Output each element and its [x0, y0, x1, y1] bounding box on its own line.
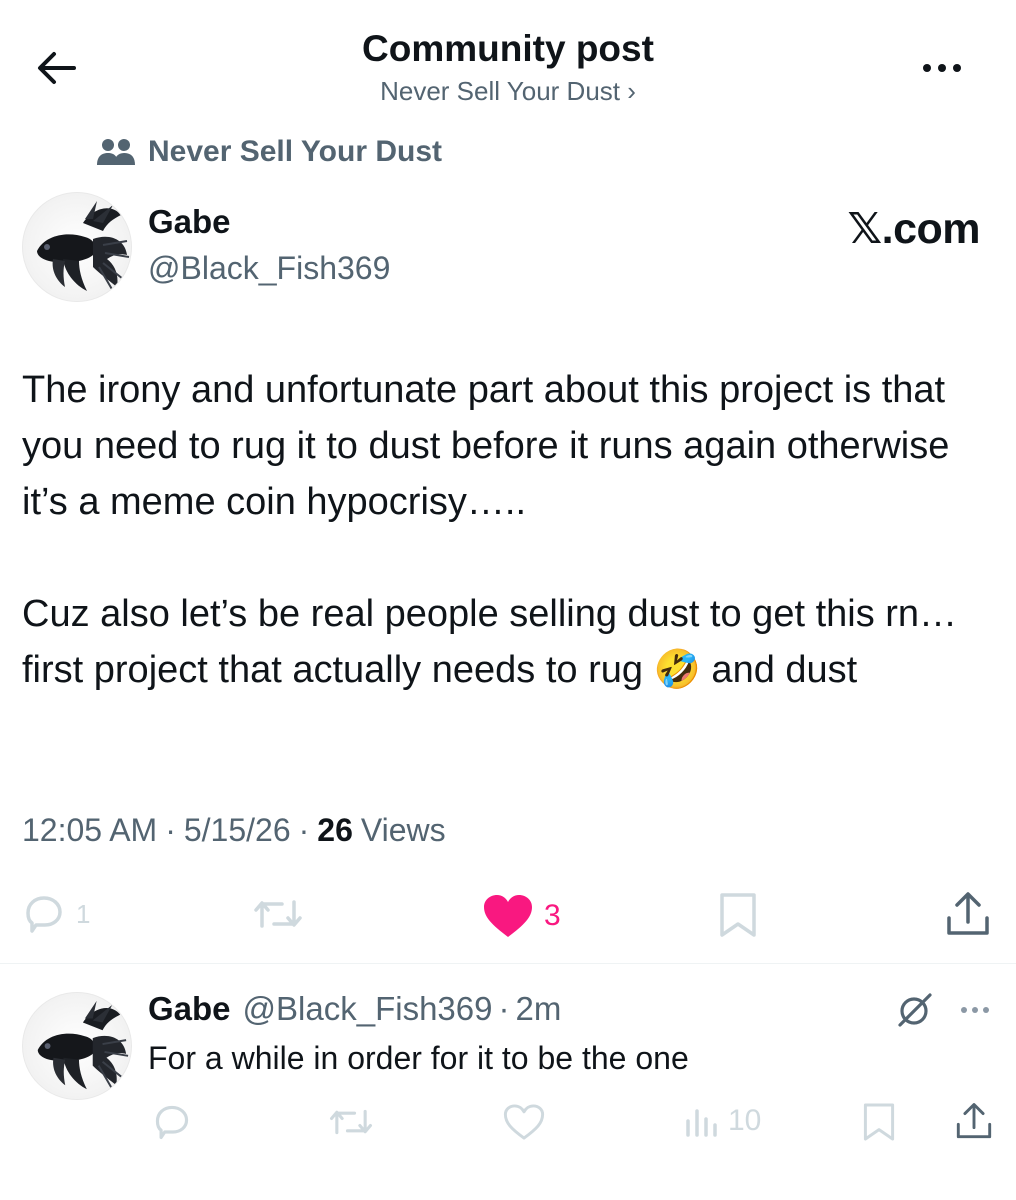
separator-dot: · [298, 812, 310, 848]
betta-fish-avatar-icon [37, 201, 130, 292]
post-text: The irony and unfortunate part about thi… [22, 362, 997, 698]
reply-reply-button[interactable] [152, 1102, 192, 1142]
dot [972, 1007, 978, 1013]
post-paragraph-2: Cuz also let’s be real people selling du… [22, 586, 997, 698]
author-name[interactable]: Gabe [148, 203, 231, 241]
community-label-row[interactable]: Never Sell Your Dust [96, 132, 442, 172]
repost-button[interactable] [252, 892, 304, 936]
grok-button[interactable] [892, 990, 936, 1030]
like-count: 3 [544, 899, 561, 932]
post-meta: 12:05 AM · 5/15/26 · 26 Views [22, 812, 446, 849]
reply-more-button[interactable] [956, 1000, 994, 1020]
separator-dot: · [165, 812, 176, 848]
reply-text: For a while in order for it to be the on… [148, 1040, 689, 1076]
post-paragraph-2-end: and dust [700, 649, 858, 691]
dot [961, 1007, 967, 1013]
page-title: Community post [362, 28, 654, 69]
bookmark-button[interactable] [718, 892, 758, 938]
bookmark-icon [720, 893, 756, 937]
reply-icon [155, 1105, 189, 1140]
reply-count: 1 [76, 898, 91, 929]
repost-icon [329, 1109, 373, 1135]
reply-button[interactable]: 1 [22, 892, 90, 936]
watermark-xcom: 𝕏.com [847, 205, 980, 253]
heart-icon [503, 1104, 545, 1140]
divider [0, 963, 1016, 964]
reply-share-button[interactable] [955, 1100, 993, 1142]
reply-views-count: 10 [728, 1104, 762, 1137]
post-paragraph-1: The irony and unfortunate part about thi… [22, 369, 950, 523]
views-label: Views [360, 812, 446, 848]
bookmark-icon [863, 1103, 895, 1141]
betta-fish-avatar-icon [37, 1000, 129, 1090]
share-icon [956, 1103, 992, 1139]
reply-like-button[interactable] [502, 1102, 546, 1142]
reply-avatar[interactable] [22, 992, 132, 1100]
dot [953, 64, 961, 72]
reply-bookmark-button[interactable] [862, 1102, 896, 1142]
reply-views[interactable]: 10 [684, 1100, 761, 1142]
post-date[interactable]: 5/15/26 [184, 812, 291, 849]
like-button[interactable]: 3 [482, 892, 561, 940]
views-count: 26 [317, 812, 353, 848]
reply-header: Gabe @Black_Fish369 · 2m [148, 990, 561, 1028]
rofl-emoji: 🤣 [653, 649, 701, 691]
reply-icon [26, 896, 62, 933]
more-options-button[interactable] [912, 48, 972, 88]
reply-author-handle[interactable]: @Black_Fish369 [243, 990, 493, 1028]
dot [983, 1007, 989, 1013]
separator-dot: · [498, 990, 510, 1027]
reply-time[interactable]: 2m [516, 990, 562, 1028]
author-handle[interactable]: @Black_Fish369 [148, 250, 390, 287]
grok-icon [898, 993, 932, 1027]
dot [923, 64, 931, 72]
analytics-icon [686, 1109, 717, 1137]
community-link[interactable]: Never Sell Your Dust › [0, 76, 1016, 107]
share-icon [947, 892, 989, 935]
people-icon [97, 139, 135, 165]
reply-author-name[interactable]: Gabe [148, 990, 231, 1028]
avatar[interactable] [22, 192, 132, 302]
heart-filled-icon [484, 895, 532, 937]
community-name: Never Sell Your Dust [148, 135, 442, 168]
post-time[interactable]: 12:05 AM [22, 812, 157, 849]
reply-repost-button[interactable] [328, 1102, 374, 1142]
repost-icon [254, 900, 302, 928]
dot [938, 64, 946, 72]
share-button[interactable] [945, 890, 991, 938]
